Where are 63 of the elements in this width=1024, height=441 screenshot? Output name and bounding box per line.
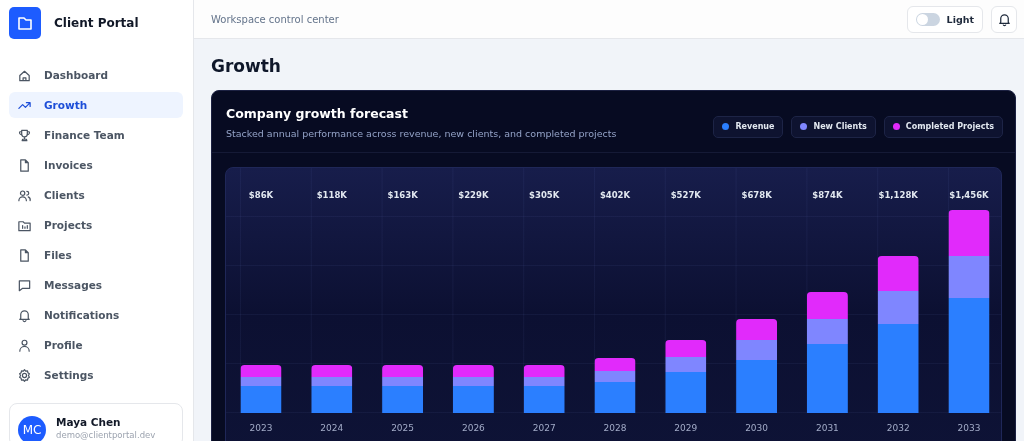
stacked-bar — [452, 365, 494, 413]
avatar: MC — [18, 416, 46, 441]
chart-subtitle: Stacked annual performance across revenue, new clients, and completed projects — [226, 128, 617, 139]
person-icon — [17, 337, 32, 353]
axis-label: 2028 — [603, 423, 627, 433]
axis-label: 2033 — [957, 423, 981, 433]
nav-item[interactable]: Invoices — [9, 152, 183, 178]
document-icon — [17, 247, 32, 263]
nav-item[interactable]: Settings — [9, 362, 183, 388]
axis-label: 2032 — [886, 423, 910, 433]
value-label: $86K — [248, 190, 274, 200]
app-name: Client Portal — [54, 16, 139, 30]
page-title: Growth — [211, 56, 282, 76]
axis-label: 2024 — [320, 423, 344, 433]
gear-icon — [17, 367, 32, 383]
nav-item[interactable]: Dashboard — [9, 62, 183, 88]
axis-label: 2027 — [532, 423, 556, 433]
axis-label: 2025 — [391, 423, 415, 433]
value-label: $874K — [812, 190, 843, 200]
value-label: $118K — [316, 190, 347, 200]
user-email: demo@clientportal.dev — [56, 430, 156, 440]
stacked-bar — [523, 365, 565, 413]
value-label: $229K — [458, 190, 489, 200]
bell-icon — [17, 307, 32, 323]
header-subtitle: Workspace control center — [211, 13, 339, 25]
axis-label: 2029 — [674, 423, 698, 433]
stacked-bar — [594, 358, 636, 413]
axis-label: 2030 — [745, 423, 769, 433]
user-name: Maya Chen — [56, 416, 122, 428]
stacked-bar — [311, 365, 353, 413]
nav-item[interactable]: Finance Team — [9, 122, 183, 148]
chat-icon — [17, 277, 32, 293]
bell-icon — [996, 11, 1012, 27]
nav-item[interactable]: Profile — [9, 332, 183, 358]
value-label: $163K — [387, 190, 418, 200]
notifications-button[interactable] — [991, 5, 1017, 33]
axis-label: 2023 — [249, 423, 273, 433]
value-label: $1,456K — [949, 190, 989, 200]
value-label: $1,128K — [878, 190, 918, 200]
folder-logo-icon — [9, 7, 41, 39]
value-label: $305K — [529, 190, 560, 200]
chart-title: Company growth forecast — [226, 106, 409, 121]
document-icon — [17, 157, 32, 173]
axis-label: 2031 — [815, 423, 839, 433]
nav-item[interactable]: Files — [9, 242, 183, 268]
legend-item: Revenue — [713, 115, 784, 138]
nav-item[interactable]: Growth — [9, 92, 183, 118]
user-card[interactable]: MC Maya Chen demo@clientportal.dev — [9, 403, 183, 441]
theme-toggle[interactable]: Light — [906, 5, 983, 33]
nav-item[interactable]: Projects — [9, 212, 183, 238]
value-label: $678K — [741, 190, 772, 200]
legend-item: Completed Projects — [883, 115, 1003, 138]
axis-label: 2026 — [461, 423, 485, 433]
stacked-bar — [382, 365, 424, 413]
nav-item[interactable]: Messages — [9, 272, 183, 298]
people-icon — [17, 187, 32, 203]
stacked-bar — [240, 365, 282, 413]
nav-item[interactable]: Notifications — [9, 302, 183, 328]
legend-item: New Clients — [791, 115, 876, 138]
value-label: $527K — [670, 190, 701, 200]
value-label: $402K — [599, 190, 631, 200]
nav-item[interactable]: Clients — [9, 182, 183, 208]
trophy-icon — [17, 127, 32, 143]
